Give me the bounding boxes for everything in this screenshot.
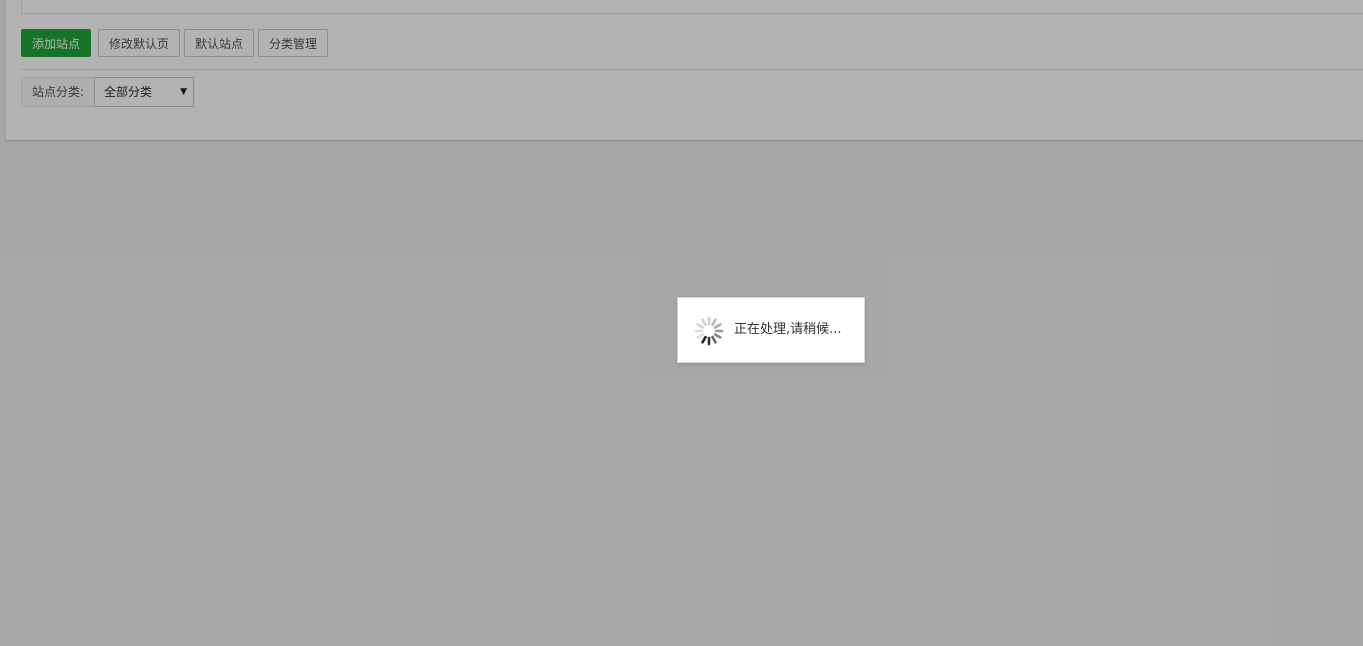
loading-message: 正在处理,请稍候... [734,322,842,337]
loading-dialog: 正在处理,请稍候... [677,297,865,363]
spinner-icon [694,316,724,346]
page: 添加站点 修改默认页 默认站点 分类管理 站点分类: 全部分类 ▼ 正在处理,请… [0,0,1363,646]
